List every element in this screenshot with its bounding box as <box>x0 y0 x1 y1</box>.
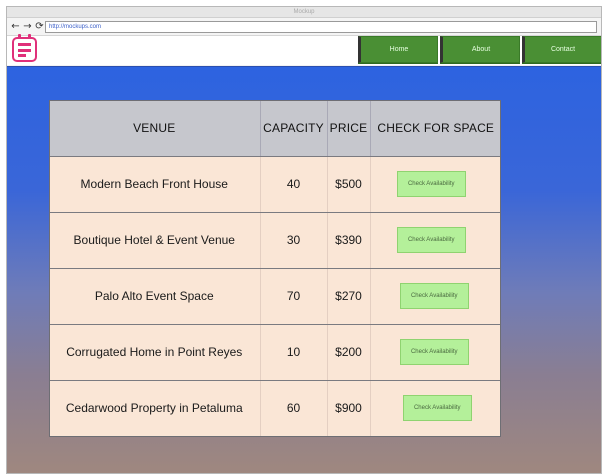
nav-home-button[interactable]: Home <box>358 36 438 63</box>
window-title: Mockup <box>7 7 601 18</box>
table-border <box>49 100 501 437</box>
page-content: VENUE CAPACITY PRICE CHECK FOR SPACE Mod… <box>7 66 601 473</box>
browser-window: Mockup ← → ⟳ http://mockups.com Home Abo… <box>6 6 602 474</box>
calendar-icon[interactable] <box>12 34 37 62</box>
site-header: Home About Contact <box>7 34 601 65</box>
browser-toolbar: ← → ⟳ http://mockups.com <box>7 18 601 36</box>
address-bar[interactable]: http://mockups.com <box>45 21 597 33</box>
arrow-left-icon[interactable]: ← <box>10 21 21 32</box>
reload-icon[interactable]: ⟳ <box>34 21 45 32</box>
arrow-right-icon[interactable]: → <box>22 21 33 32</box>
nav-about-button[interactable]: About <box>440 36 520 63</box>
nav-contact-button[interactable]: Contact <box>522 36 601 63</box>
